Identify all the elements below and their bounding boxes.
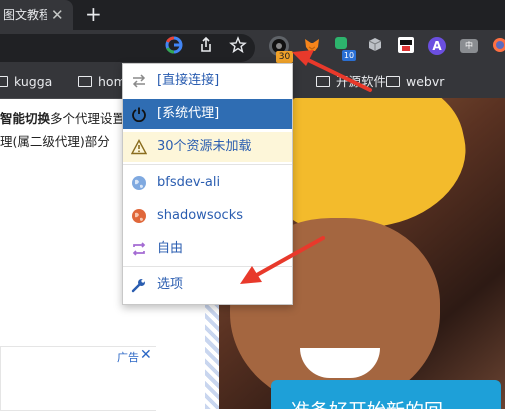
- bookmark-folder[interactable]: kugga: [0, 74, 52, 90]
- ext-cn-icon[interactable]: 中: [460, 39, 478, 53]
- wrench-icon: [131, 279, 145, 293]
- menu-item-auto-switch[interactable]: 自由: [123, 234, 292, 264]
- proxy-menu: [直接连接] [系统代理] 30个资源未加载 bfsdev-ali shadow…: [122, 63, 293, 305]
- ad-label: 广告: [117, 351, 139, 364]
- google-icon[interactable]: [165, 36, 183, 54]
- address-bar[interactable]: [0, 34, 255, 62]
- cube-icon[interactable]: [366, 36, 384, 54]
- globe-orange-icon: [132, 209, 146, 223]
- folder-icon: [386, 76, 400, 87]
- banner-cta[interactable]: 准备好开始新的回: [271, 380, 501, 409]
- menu-item-system-proxy[interactable]: [系统代理]: [123, 99, 292, 129]
- content-line-2: 理(属二级代理)部分: [0, 134, 110, 149]
- new-tab-button[interactable]: +: [85, 2, 102, 26]
- browser-tab[interactable]: 图文教程 ✕: [0, 0, 73, 30]
- ext-a-icon[interactable]: A: [428, 37, 446, 55]
- ext-mask-icon[interactable]: [397, 36, 415, 54]
- content-line-1: 智能切换多个代理设置: [0, 111, 126, 126]
- ext-badge: 10: [342, 50, 356, 61]
- metamask-icon[interactable]: [303, 36, 321, 54]
- menu-divider: [123, 164, 292, 165]
- bookmark-folder[interactable]: webvr: [386, 74, 444, 90]
- switchyomega-badge: 30: [276, 51, 293, 63]
- autoswitch-icon: [132, 242, 146, 256]
- menu-item-bfsdev-ali[interactable]: bfsdev-ali: [123, 168, 292, 198]
- warning-icon: [131, 139, 147, 155]
- folder-icon: [316, 76, 330, 87]
- ad-close-icon[interactable]: ✕: [140, 347, 152, 363]
- share-icon[interactable]: [197, 36, 215, 54]
- power-icon: [132, 107, 146, 122]
- direct-icon: [132, 74, 146, 88]
- photo-pattern: [205, 288, 219, 409]
- menu-divider: [123, 266, 292, 267]
- menu-item-shadowsocks[interactable]: shadowsocks: [123, 201, 292, 231]
- menu-item-direct[interactable]: [直接连接]: [123, 66, 292, 96]
- folder-icon: [78, 76, 92, 87]
- globe-icon: [132, 176, 146, 190]
- tab-title: 图文教程: [3, 8, 47, 22]
- menu-item-failed-resources[interactable]: 30个资源未加载: [123, 132, 292, 162]
- tab-strip: 图文教程 ✕ +: [0, 0, 505, 30]
- bookmark-folder[interactable]: 开源软件: [316, 74, 386, 90]
- menu-item-options[interactable]: 选项: [123, 270, 292, 300]
- star-icon[interactable]: [229, 36, 247, 54]
- tab-close-icon[interactable]: ✕: [51, 6, 64, 24]
- bookmark-folder[interactable]: hom: [78, 74, 126, 90]
- ext-colorful-icon[interactable]: [491, 36, 505, 54]
- folder-icon: [0, 76, 8, 87]
